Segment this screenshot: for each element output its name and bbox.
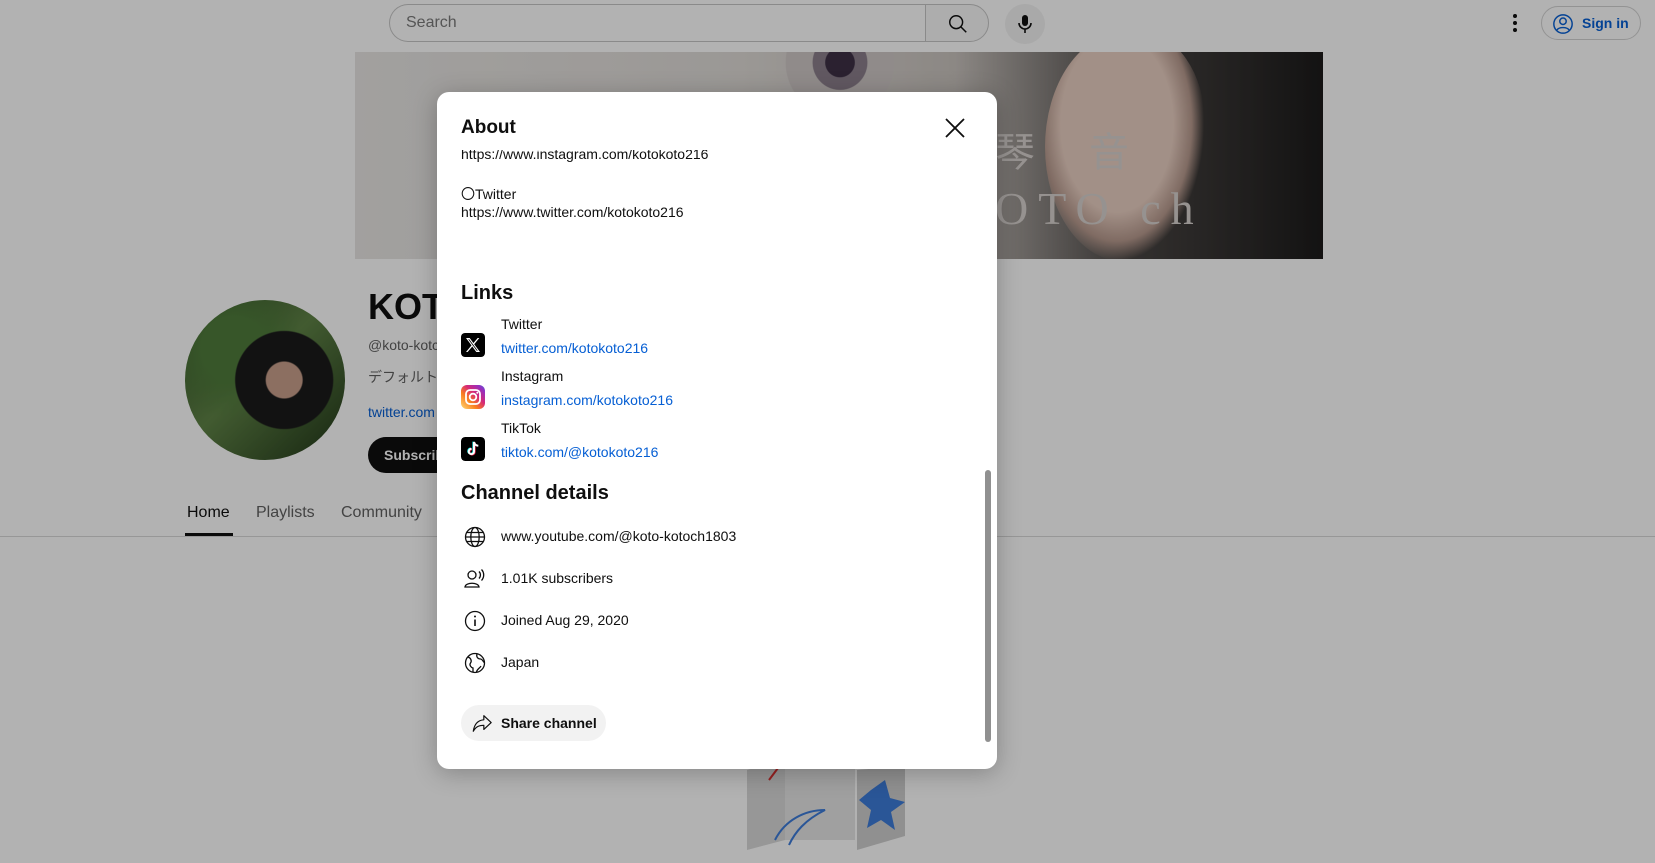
share-icon (472, 715, 492, 732)
tiktok-icon (461, 437, 485, 461)
subscriber-count: 1.01K subscribers (501, 570, 614, 586)
links-heading: Links (461, 282, 514, 304)
close-button[interactable] (941, 114, 969, 142)
x-twitter-icon (461, 333, 485, 357)
country: Japan (501, 654, 540, 670)
dialog-scroll-area[interactable]: https://www.instagram.com/kotokoto216 〇T… (437, 150, 997, 769)
channel-details-heading: Channel details (461, 482, 609, 504)
location-globe-icon (464, 652, 486, 674)
link-title-tiktok: TikTok (501, 420, 541, 436)
close-icon (945, 118, 965, 138)
link-title-instagram: Instagram (501, 368, 564, 384)
share-channel-button[interactable]: Share channel (461, 705, 606, 741)
description-line: https://www.twitter.com/kotokoto216 (461, 204, 684, 220)
share-channel-label: Share channel (501, 715, 597, 731)
link-title-twitter: Twitter (501, 316, 543, 332)
instagram-icon (461, 385, 485, 409)
about-dialog: About https://www.instagram.com/kotokoto… (437, 92, 997, 769)
description-line: 〇Twitter (461, 186, 517, 202)
dialog-scrollbar[interactable] (985, 470, 991, 742)
joined-date: Joined Aug 29, 2020 (501, 612, 629, 628)
subscribers-icon (464, 569, 485, 588)
info-icon (464, 610, 486, 632)
dialog-title: About (461, 117, 516, 138)
link-url-twitter[interactable]: twitter.com/kotokoto216 (501, 340, 648, 356)
description-line: https://www.instagram.com/kotokoto216 (461, 150, 709, 162)
link-url-instagram[interactable]: instagram.com/kotokoto216 (501, 392, 673, 408)
channel-url: www.youtube.com/@koto-kotoch1803 (501, 528, 737, 544)
link-url-tiktok[interactable]: tiktok.com/@kotokoto216 (501, 444, 658, 460)
globe-icon (464, 526, 486, 548)
